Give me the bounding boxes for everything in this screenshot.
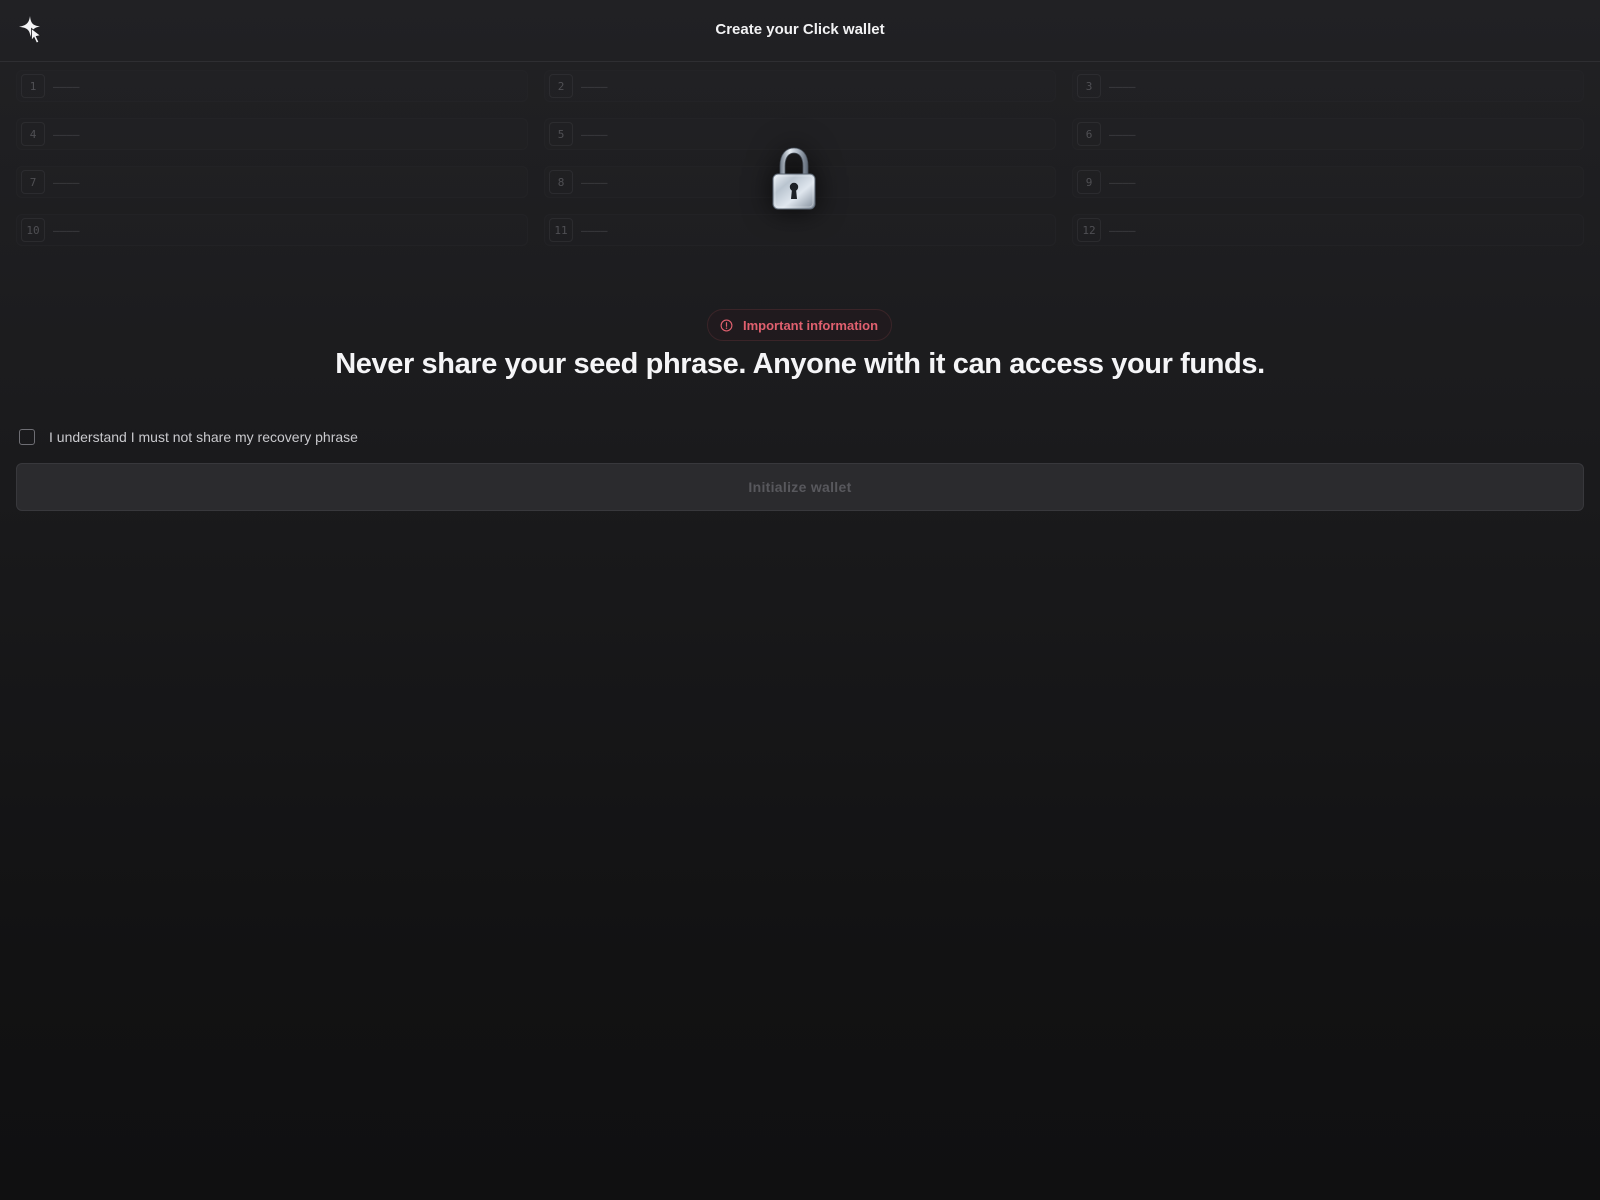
seed-word-text: ———— [581, 175, 608, 189]
seed-word-cell: 4 ———— [16, 118, 528, 150]
seed-word-cell: 7 ———— [16, 166, 528, 198]
seed-word-index: 3 [1077, 74, 1101, 98]
seed-word-index: 8 [549, 170, 573, 194]
seed-word-index: 10 [21, 218, 45, 242]
seed-word-text: ———— [53, 175, 80, 189]
seed-word-cell: 10 ———— [16, 214, 528, 246]
initialize-wallet-button[interactable]: Initialize wallet [16, 463, 1584, 511]
acknowledge-label[interactable]: I understand I must not share my recover… [49, 429, 358, 445]
seed-word-cell: 3 ———— [1072, 70, 1584, 102]
acknowledge-checkbox[interactable] [19, 429, 35, 445]
seed-word-cell: 9 ———— [1072, 166, 1584, 198]
seed-word-cell: 12 ———— [1072, 214, 1584, 246]
seed-word-text: ———— [1109, 175, 1136, 189]
seed-word-text: ———— [1109, 79, 1136, 93]
warning-headline: Never share your seed phrase. Anyone wit… [335, 348, 1265, 380]
padlock-icon [772, 147, 816, 210]
seed-word-cell: 1 ———— [16, 70, 528, 102]
app-header: Create your Click wallet [0, 0, 1600, 62]
seed-word-index: 7 [21, 170, 45, 194]
acknowledgement-row[interactable]: I understand I must not share my recover… [19, 429, 358, 445]
seed-word-index: 12 [1077, 218, 1101, 242]
important-info-badge: Important information [707, 309, 893, 341]
badge-label: Important information [743, 317, 879, 333]
seed-word-text: ———— [581, 127, 608, 141]
seed-word-index: 9 [1077, 170, 1101, 194]
seed-word-index: 5 [549, 122, 573, 146]
seed-word-text: ———— [53, 127, 80, 141]
seed-word-index: 4 [21, 122, 45, 146]
alert-circle-icon [720, 319, 733, 331]
seed-word-cell: 6 ———— [1072, 118, 1584, 150]
seed-word-index: 2 [549, 74, 573, 98]
seed-word-cell: 11 ———— [544, 214, 1056, 246]
seed-word-text: ———— [1109, 223, 1136, 237]
seed-word-cell: 2 ———— [544, 70, 1056, 102]
seed-word-text: ———— [53, 79, 80, 93]
seed-word-text: ———— [581, 223, 608, 237]
seed-word-index: 11 [549, 218, 573, 242]
seed-word-index: 6 [1077, 122, 1101, 146]
seed-word-index: 1 [21, 74, 45, 98]
page-title: Create your Click wallet [715, 21, 885, 38]
seed-word-text: ———— [53, 223, 80, 237]
seed-word-text: ———— [1109, 127, 1136, 141]
seed-word-text: ———— [581, 79, 608, 93]
